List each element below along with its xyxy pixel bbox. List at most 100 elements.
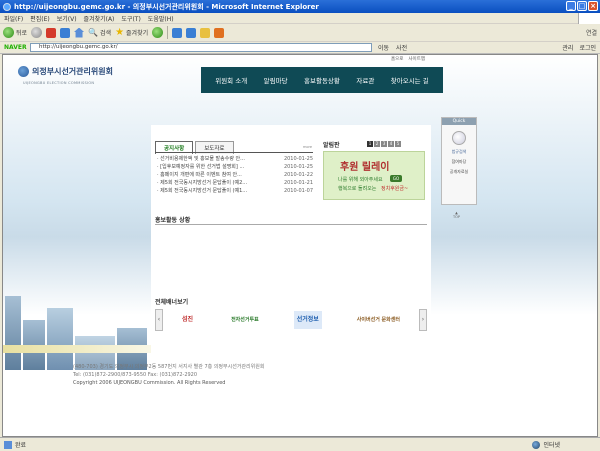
settings-button[interactable]: 관리 xyxy=(562,43,573,52)
nav-about[interactable]: 위원회 소개 xyxy=(215,75,247,85)
menu-favorites[interactable]: 즐겨찾기(A) xyxy=(84,14,115,23)
back-label: 뒤로 xyxy=(16,30,28,37)
bulletin-pagination: 1 2 3 4 5 xyxy=(367,141,401,147)
quick-law-search[interactable]: 법규검색 xyxy=(442,149,476,155)
quick-header: Quick xyxy=(442,118,476,125)
stop-button[interactable] xyxy=(46,27,57,38)
page-icon xyxy=(4,440,12,449)
banner-go-button[interactable]: GO xyxy=(390,175,402,182)
go-button[interactable]: 이동 xyxy=(378,43,389,52)
dictionary-button[interactable]: 사전 xyxy=(396,43,407,52)
donation-banner[interactable]: 후원 릴레이 나를 위해 외아주세요 GO 행복으로 돌려오는 정치후원금~ xyxy=(323,151,425,200)
search-button[interactable]: 🔍 검색 xyxy=(88,28,111,37)
home-link[interactable]: 홈으로 xyxy=(391,56,403,62)
promo-divider xyxy=(155,224,427,225)
mail-button[interactable] xyxy=(172,27,183,38)
security-zone: 인터넷 xyxy=(532,440,560,449)
notice-title: · 홈페이지 개편에 따른 이벤트 참여 안... xyxy=(157,172,242,178)
list-item[interactable]: · 제5회 전국동시지방선거 문답풀이 (예2... 2010-01-21 xyxy=(157,179,313,187)
main-content: 공지사항 보도자료 more · 선거비용제한액 및 홍보물 발송수량 안...… xyxy=(151,125,431,383)
banner-line-2: 행복으로 돌려오는 xyxy=(338,186,377,192)
forward-button[interactable] xyxy=(31,27,43,38)
nav-directions[interactable]: 찾아오시는 길 xyxy=(391,75,429,85)
notice-list: · 선거비용제한액 및 홍보물 발송수량 안... 2010-01-25 · [… xyxy=(157,155,313,195)
login-button[interactable]: 로그인 xyxy=(579,43,596,52)
bulletin-page-2[interactable]: 2 xyxy=(374,141,380,147)
status-text: 완료 xyxy=(15,442,27,449)
menu-view[interactable]: 보기(V) xyxy=(57,14,77,23)
favorites-label: 즐겨찾기 xyxy=(126,30,149,37)
bulletin-page-1[interactable]: 1 xyxy=(367,141,373,147)
messenger-button[interactable] xyxy=(214,27,225,38)
carousel-prev-button[interactable]: ‹ xyxy=(155,309,163,331)
menu-bar: 파일(F) 편집(E) 보기(V) 즐겨찾기(A) 도구(T) 도움말(H) xyxy=(0,13,600,24)
nav-promo[interactable]: 홍보활동상황 xyxy=(304,75,340,85)
window-title: http://uijeongbu.gemc.go.kr - 의정부시선거관리위원… xyxy=(14,2,319,11)
zone-label: 인터넷 xyxy=(543,442,560,449)
notice-title: · 선거비용제한액 및 홍보물 발송수량 안... xyxy=(157,156,245,162)
menu-edit[interactable]: 편집(E) xyxy=(30,14,50,23)
history-button[interactable] xyxy=(152,27,164,38)
notice-title: · [입후보예정자를 위한 선거법 설명회] ... xyxy=(157,164,245,170)
carousel-next-button[interactable]: › xyxy=(419,309,427,331)
quick-public-archive[interactable]: 공개자료실 xyxy=(442,169,476,175)
ie-icon xyxy=(3,2,11,11)
menu-tools[interactable]: 도구(T) xyxy=(121,14,140,23)
promo-section-title: 홍보활동 상황 xyxy=(155,217,191,224)
bulletin-page-4[interactable]: 4 xyxy=(388,141,394,147)
toolbar: 뒤로 🔍 검색 ★ 즐겨찾기 연결 xyxy=(0,24,600,42)
list-item[interactable]: · [입후보예정자를 위한 선거법 설명회] ... 2010-01-25 xyxy=(157,163,313,171)
print-button[interactable] xyxy=(186,27,197,38)
banner-item[interactable]: 섬진 xyxy=(179,311,196,329)
notice-title: · 제5회 전국동시지방선거 문답풀이 (예2... xyxy=(157,180,248,186)
favorites-button[interactable]: ★ 즐겨찾기 xyxy=(115,27,148,38)
back-button[interactable]: 뒤로 xyxy=(3,27,27,38)
logo-text: 의정부시선거관리위원회 xyxy=(32,67,113,76)
more-link[interactable]: more xyxy=(303,145,312,149)
menu-file[interactable]: 파일(F) xyxy=(4,14,23,23)
list-item[interactable]: · 홈페이지 개편에 따른 이벤트 참여 안... 2010-01-22 xyxy=(157,171,313,179)
banner-item[interactable]: 선거정보 xyxy=(293,311,322,329)
footer-address: (480-703) 경기도 의정부시 의정부2동 587번지 서지사 별관 7층… xyxy=(73,364,265,370)
banner-item[interactable]: 전자선거투표 xyxy=(228,311,262,329)
banner-item[interactable]: 사이버선거 문화센터 xyxy=(354,311,403,329)
bulletin-page-3[interactable]: 3 xyxy=(381,141,387,147)
address-input[interactable]: http://uijeongbu.gemc.go.kr/ xyxy=(30,43,372,52)
home-button[interactable] xyxy=(74,27,85,38)
address-bar: NAVER http://uijeongbu.gemc.go.kr/ 이동 사전… xyxy=(0,42,600,54)
site-logo[interactable]: 의정부시선거관리위원회 xyxy=(18,66,113,77)
close-button[interactable]: × xyxy=(588,1,598,11)
banner-section-title: 전체배너보기 xyxy=(155,299,189,306)
notice-date: 2010-01-07 xyxy=(283,188,313,194)
nav-notices[interactable]: 알림마당 xyxy=(264,75,288,85)
list-item[interactable]: · 제5회 전국동시지방선거 문답풀이 (예1... 2010-01-07 xyxy=(157,187,313,195)
menu-help[interactable]: 도움말(H) xyxy=(148,14,174,23)
notice-title: · 제5회 전국동시지방선거 문답풀이 (예1... xyxy=(157,188,248,194)
minimize-button[interactable]: _ xyxy=(566,1,576,11)
refresh-button[interactable] xyxy=(60,27,71,38)
window-controls: _ □ × xyxy=(566,1,598,11)
list-item[interactable]: · 선거비용제한액 및 홍보물 발송수량 안... 2010-01-25 xyxy=(157,155,313,163)
notice-date: 2010-01-25 xyxy=(283,164,313,170)
search-icon: 🔍 xyxy=(88,28,99,37)
top-button[interactable]: ▲ TOP xyxy=(453,211,460,219)
banner-items: 섬진 전자선거투표 선거정보 사이버선거 문화센터 xyxy=(163,311,419,329)
naver-toolbar-logo[interactable]: NAVER xyxy=(4,44,30,51)
nav-archive[interactable]: 자료관 xyxy=(356,75,374,85)
status-bar: 완료 인터넷 xyxy=(0,437,600,451)
globe-icon xyxy=(532,440,541,449)
emblem-icon xyxy=(18,66,29,77)
bulletin-page-5[interactable]: 5 xyxy=(395,141,401,147)
quick-participation[interactable]: 참여마당 xyxy=(442,159,476,165)
footer-copyright: Copyright 2006 UIJEONGBU Commission. All… xyxy=(73,380,226,386)
toolbar-separator xyxy=(167,26,169,39)
footer: (480-703) 경기도 의정부시 의정부2동 587번지 서지사 별관 7층… xyxy=(73,363,264,387)
maximize-button[interactable]: □ xyxy=(577,1,587,11)
magnifier-icon xyxy=(452,131,466,145)
folder-button[interactable] xyxy=(200,27,211,38)
notice-date: 2010-01-22 xyxy=(283,172,313,178)
sitemap-link[interactable]: 사이트맵 xyxy=(408,56,425,62)
bulletin-title: 알림판 xyxy=(323,142,340,149)
connect-link[interactable]: 연결 xyxy=(586,28,597,37)
banner-line-1: 나를 위해 외아주세요 xyxy=(338,177,383,183)
